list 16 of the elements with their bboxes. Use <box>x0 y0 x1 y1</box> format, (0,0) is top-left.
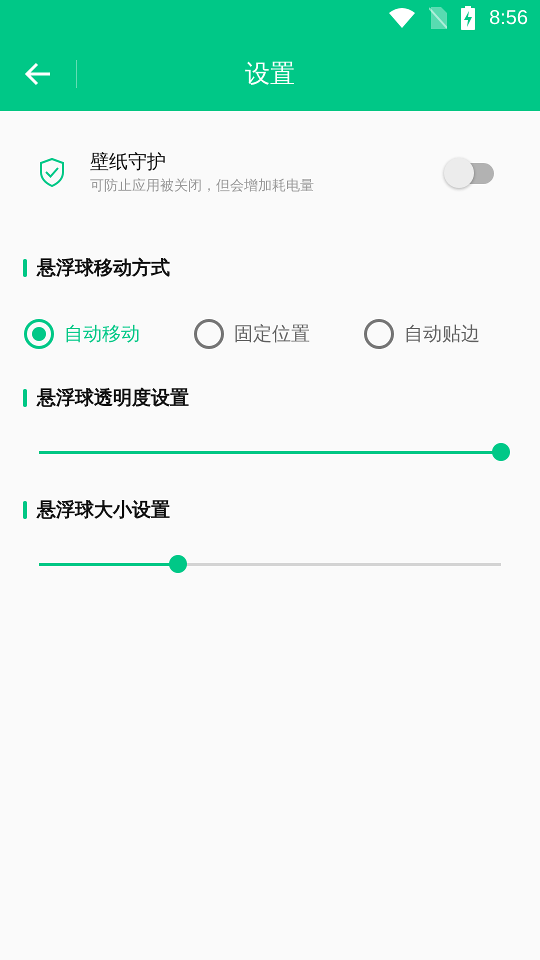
status-time: 8:56 <box>489 6 528 30</box>
battery-charging-icon <box>461 6 476 30</box>
radio-option[interactable]: 自动贴边 <box>364 319 534 349</box>
slider-thumb[interactable] <box>492 443 510 461</box>
slider-thumb[interactable] <box>168 555 187 573</box>
wifi-icon <box>389 8 416 28</box>
no-sim-icon <box>429 7 448 29</box>
section-heading: 悬浮球大小设置 <box>37 498 170 523</box>
toggle-switch[interactable] <box>444 158 494 186</box>
section-heading: 悬浮球透明度设置 <box>37 386 189 411</box>
radio-option[interactable]: 固定位置 <box>194 319 364 349</box>
section-heading: 悬浮球移动方式 <box>37 256 170 281</box>
shield-check-icon <box>38 157 66 187</box>
setting-title: 壁纸守护 <box>90 150 167 175</box>
setting-description: 可防止应用被关闭，但会增加耗电量 <box>90 177 315 195</box>
page-title: 设置 <box>245 58 295 90</box>
